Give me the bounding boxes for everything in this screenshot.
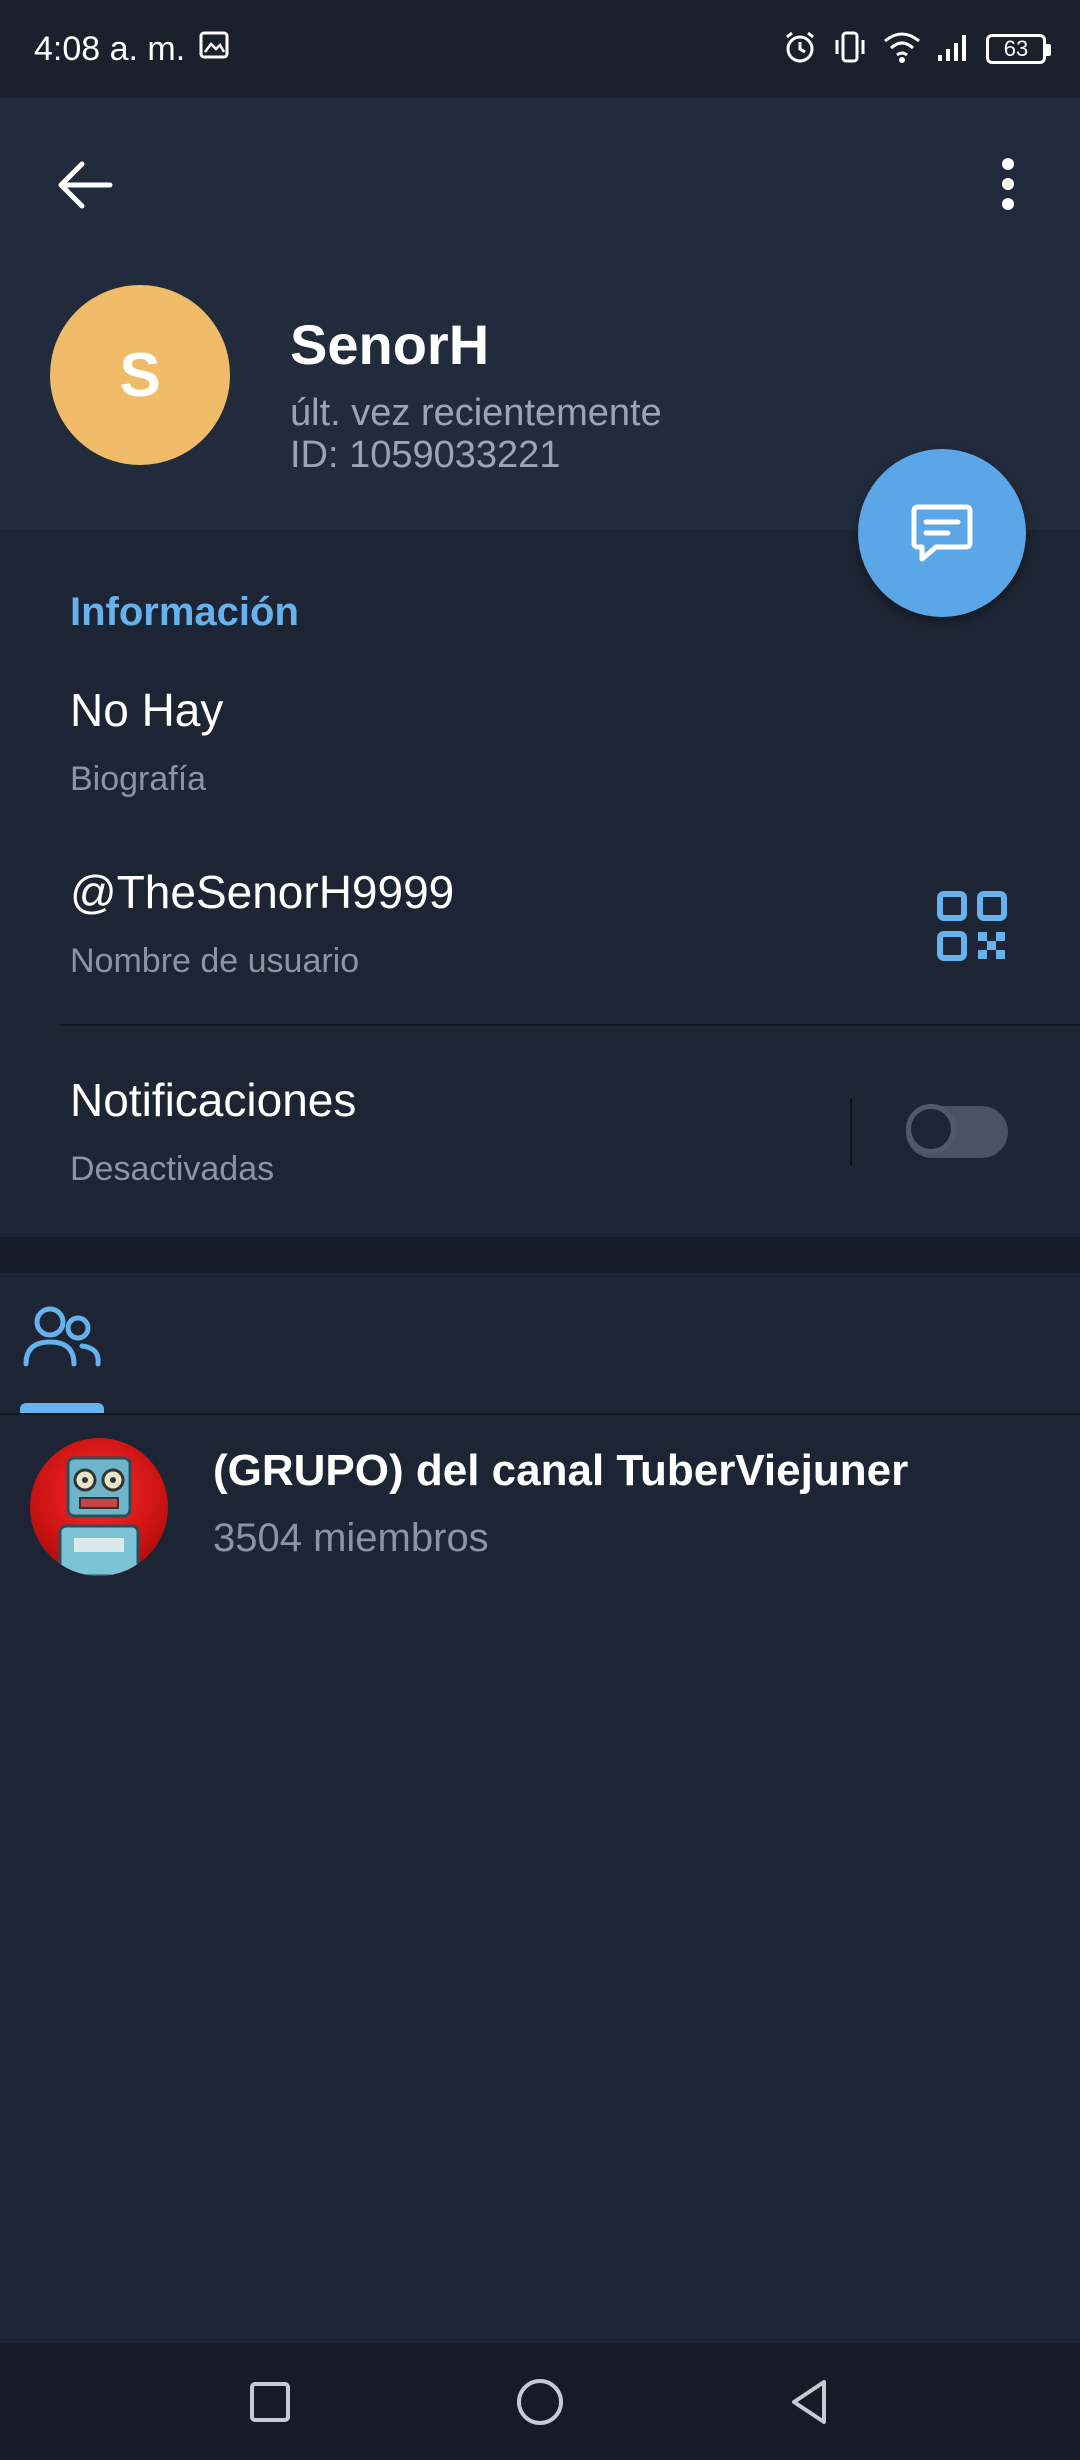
battery-icon: 63 bbox=[986, 34, 1051, 64]
group-member-count: 3504 miembros bbox=[213, 1516, 489, 1560]
status-right: 63 bbox=[782, 29, 1051, 70]
send-message-button[interactable] bbox=[858, 449, 1026, 617]
status-time: 4:08 a. m. bbox=[34, 29, 186, 68]
notifications-toggle[interactable] bbox=[906, 1104, 1008, 1158]
toggle-knob bbox=[906, 1104, 956, 1154]
notifications-status: Desactivadas bbox=[70, 1150, 275, 1188]
wifi-icon bbox=[882, 29, 922, 70]
vibrate-icon bbox=[832, 29, 868, 70]
circle-icon bbox=[517, 2379, 563, 2425]
profile-name: SenorH bbox=[290, 313, 490, 376]
battery-level: 63 bbox=[1003, 36, 1029, 61]
alarm-icon bbox=[782, 29, 818, 70]
section-title-info: Información bbox=[70, 590, 299, 634]
section-gap bbox=[0, 1237, 1080, 1273]
username-value[interactable]: @TheSenorH9999 bbox=[70, 865, 454, 919]
back-nav-button[interactable] bbox=[778, 2370, 842, 2434]
tab-groups-in-common[interactable] bbox=[20, 1300, 104, 1420]
qr-code-button[interactable] bbox=[934, 888, 1010, 964]
notifications-title[interactable]: Notificaciones bbox=[70, 1073, 356, 1127]
square-icon bbox=[250, 2382, 290, 2422]
bio-label: Biografía bbox=[70, 760, 207, 798]
avatar-letter: S bbox=[119, 340, 161, 410]
more-options-button[interactable] bbox=[980, 150, 1036, 220]
signal-icon bbox=[936, 29, 972, 70]
notifications-separator bbox=[850, 1098, 852, 1166]
status-bar: 4:08 a. m. 63 bbox=[0, 0, 1080, 98]
home-button[interactable] bbox=[508, 2370, 572, 2434]
user-id: ID: 1059033221 bbox=[290, 434, 561, 476]
arrow-left-icon bbox=[58, 161, 113, 209]
gallery-icon bbox=[199, 30, 229, 69]
groups-icon bbox=[23, 1306, 101, 1367]
recents-button[interactable] bbox=[238, 2370, 302, 2434]
back-button[interactable] bbox=[50, 150, 120, 220]
qr-code-icon bbox=[937, 891, 1007, 961]
profile-avatar[interactable]: S bbox=[50, 285, 230, 465]
group-name: (GRUPO) del canal TuberViejuner bbox=[213, 1446, 909, 1495]
bio-value[interactable]: No Hay bbox=[70, 683, 223, 737]
robot-image bbox=[58, 1456, 140, 1576]
username-label: Nombre de usuario bbox=[70, 942, 360, 980]
info-divider bbox=[60, 1024, 1080, 1026]
status-left: 4:08 a. m. bbox=[34, 30, 229, 69]
tab-active-indicator bbox=[20, 1403, 104, 1413]
triangle-back-icon bbox=[792, 2380, 826, 2424]
message-icon bbox=[911, 504, 973, 562]
group-avatar bbox=[30, 1438, 168, 1576]
media-tabs bbox=[0, 1273, 1080, 1415]
last-seen-status: últ. vez recientemente bbox=[290, 392, 662, 434]
more-vertical-icon bbox=[1002, 158, 1014, 210]
